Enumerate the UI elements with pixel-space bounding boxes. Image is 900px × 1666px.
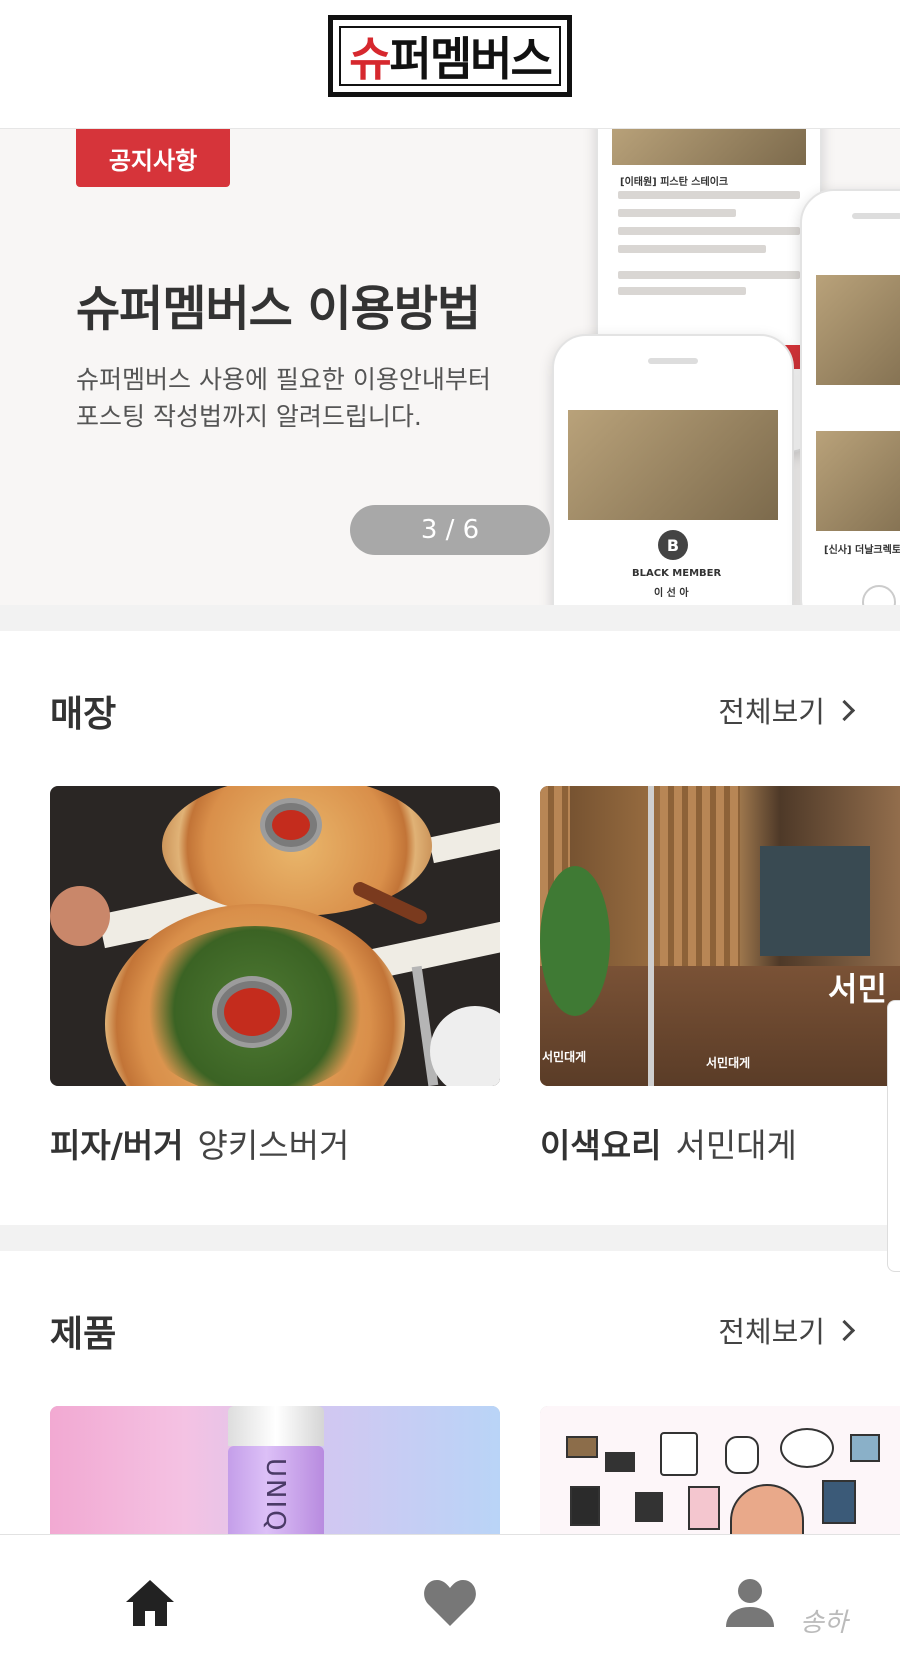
section-divider xyxy=(0,1225,900,1251)
store-card-label[interactable]: 이색요리 서민대게 xyxy=(540,1119,797,1167)
nav-home-button[interactable] xyxy=(120,1573,180,1633)
home-icon xyxy=(126,1580,174,1626)
notice-banner[interactable]: [이태원] 피스탄 스테이크 B BLACK MEMBER 이 선 아 [신사]… xyxy=(0,129,900,605)
bottom-navigation xyxy=(0,1534,900,1666)
logo-rest: 퍼멤버스 xyxy=(389,32,553,86)
banner-title: 슈퍼멤버스 이용방법 xyxy=(76,281,481,337)
store-card-label[interactable]: 피자/버거 양키스버거 xyxy=(50,1119,349,1167)
section-divider xyxy=(0,605,900,631)
heart-icon xyxy=(424,1580,476,1626)
stores-section: 매장 전체보기 피자/버거 양키스버거 서민 서민대게 서민대게 이색요리 서민대게 xyxy=(0,631,900,1225)
stores-title: 매장 xyxy=(50,694,117,735)
phone-illustration-right: [신사] 더날크렉토리 xyxy=(800,189,900,605)
nav-likes-button[interactable] xyxy=(420,1573,480,1633)
nav-profile-button[interactable] xyxy=(720,1573,780,1633)
chevron-right-icon xyxy=(833,699,856,721)
watermark-signature: 송하 xyxy=(800,1608,848,1638)
products-section: 제품 전체보기 UNIQ xyxy=(0,1251,900,1534)
person-icon xyxy=(726,1579,774,1627)
app-logo[interactable]: 슈 퍼멤버스 xyxy=(328,15,572,97)
store-card-image[interactable] xyxy=(50,786,500,1086)
logo-first-char: 슈 xyxy=(349,32,391,86)
banner-subtitle: 슈퍼멤버스 사용에 필요한 이용안내부터 포스팅 작성법까지 알려드립니다. xyxy=(76,365,491,431)
side-scroll-tab[interactable] xyxy=(887,1000,900,1272)
products-title: 제품 xyxy=(50,1314,117,1355)
notice-badge: 공지사항 xyxy=(76,129,230,187)
banner-pager: 3 / 6 xyxy=(350,505,550,555)
app-header: 슈 퍼멤버스 xyxy=(0,0,900,129)
chevron-right-icon xyxy=(833,1319,856,1341)
product-card-image[interactable] xyxy=(540,1406,900,1534)
product-card-image[interactable]: UNIQ xyxy=(50,1406,500,1534)
stores-view-all-link[interactable]: 전체보기 xyxy=(718,689,856,731)
products-view-all-link[interactable]: 전체보기 xyxy=(718,1309,856,1351)
store-card-image[interactable]: 서민 서민대게 서민대게 xyxy=(540,786,900,1086)
phone-illustration-front: B BLACK MEMBER 이 선 아 xyxy=(552,334,794,605)
